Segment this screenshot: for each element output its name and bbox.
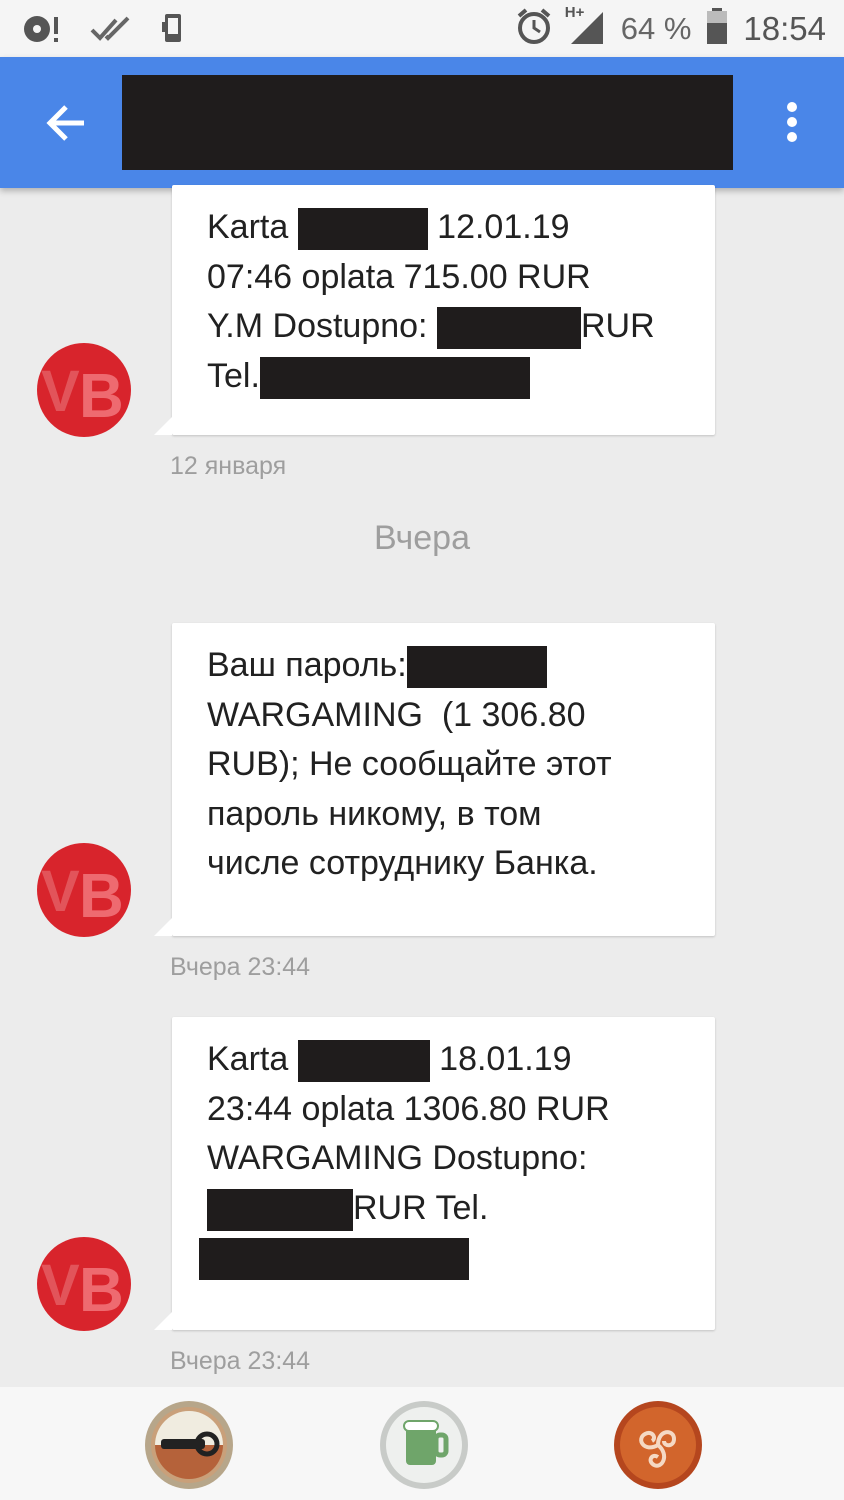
message-line: Ваш пароль:	[207, 641, 707, 691]
double-check-icon	[90, 12, 132, 51]
more-vert-icon	[787, 102, 797, 142]
more-options-button[interactable]	[770, 95, 814, 151]
contact-title-redacted	[122, 75, 733, 170]
day-separator: Вчера	[374, 519, 470, 557]
battery-percent: 64 %	[620, 10, 692, 46]
avatar[interactable]: V B	[37, 343, 131, 437]
app-bar	[0, 57, 844, 188]
message-bubble[interactable]: Karta 12.01.19 07:46 oplata 715.00 RUR Y…	[154, 185, 715, 435]
redacted-block	[297, 208, 428, 251]
redacted-block	[207, 1188, 353, 1231]
signal-icon: H+	[564, 4, 607, 51]
triskelion-cap-icon	[614, 1401, 702, 1489]
bottom-bar	[0, 1387, 844, 1500]
redacted-block	[199, 1238, 469, 1281]
bank-logo-icon: V B	[41, 1253, 124, 1325]
arrow-back-icon	[46, 105, 84, 141]
message-line: WARGAMING Dostupno:	[207, 1139, 588, 1177]
message-text: Ваш пароль: WARGAMING (1 306.80 RUB); Не…	[207, 641, 707, 889]
redacted-block	[259, 356, 530, 399]
message-line: Karta 12.01.19	[207, 203, 707, 253]
redacted-block	[297, 1040, 430, 1083]
battery-icon	[705, 6, 729, 51]
message-timestamp: 12 января	[170, 452, 287, 480]
svg-text:B: B	[79, 1256, 124, 1325]
phone-vibrate-icon	[160, 12, 186, 51]
redacted-block	[436, 307, 581, 350]
message-timestamp: Вчера 23:44	[170, 953, 311, 981]
svg-text:B: B	[79, 362, 124, 431]
message-line: Tel.	[207, 352, 707, 402]
message-line: 07:46 oplata 715.00 RUR	[207, 257, 591, 296]
svg-text:V: V	[41, 1253, 80, 1318]
back-button[interactable]	[38, 95, 94, 151]
svg-text:V: V	[41, 359, 80, 424]
message-line: пароль никому, в том	[207, 794, 542, 833]
avatar[interactable]: V B	[37, 843, 131, 937]
message-bubble[interactable]: Karta 18.01.19 23:44 oplata 1306.80 RUR …	[154, 1017, 715, 1330]
clock: 18:54	[743, 9, 826, 47]
message-line: WARGAMING (1 306.80	[207, 695, 586, 734]
bottle-opener-cap-icon	[145, 1401, 233, 1489]
disk-alert-icon	[22, 12, 62, 51]
message-line: Y.M Dostupno: RUR	[207, 302, 707, 352]
message-line: RUR Tel.	[207, 1184, 707, 1234]
message-line: числе сотруднику Банка.	[207, 844, 598, 882]
beer-mug-cap-icon	[380, 1401, 468, 1489]
network-type: H+	[564, 4, 585, 21]
beer-mug-cap-button[interactable]	[378, 1399, 470, 1491]
status-bar: H+ 64 % 18:54	[0, 0, 844, 57]
triskelion-cap-button[interactable]	[612, 1399, 704, 1491]
redacted-block	[406, 646, 547, 689]
message-timestamp: Вчера 23:44	[170, 1347, 311, 1375]
message-line	[199, 1233, 707, 1283]
message-line: 23:44 oplata 1306.80 RUR	[207, 1089, 610, 1128]
alarm-icon	[515, 6, 553, 51]
avatar[interactable]: V B	[37, 1237, 131, 1331]
message-line: Karta 18.01.19	[207, 1035, 707, 1085]
bottle-opener-cap-button[interactable]	[143, 1399, 235, 1491]
message-text: Karta 12.01.19 07:46 oplata 715.00 RUR Y…	[207, 203, 707, 401]
bank-logo-icon: V B	[41, 359, 124, 431]
svg-text:B: B	[79, 862, 124, 931]
bank-logo-icon: V B	[41, 859, 124, 931]
message-bubble[interactable]: Ваш пароль: WARGAMING (1 306.80 RUB); Не…	[154, 623, 715, 936]
message-text: Karta 18.01.19 23:44 oplata 1306.80 RUR …	[199, 1035, 707, 1283]
message-line: RUB); Не сообщайте этот	[207, 745, 612, 783]
svg-text:V: V	[41, 859, 80, 924]
